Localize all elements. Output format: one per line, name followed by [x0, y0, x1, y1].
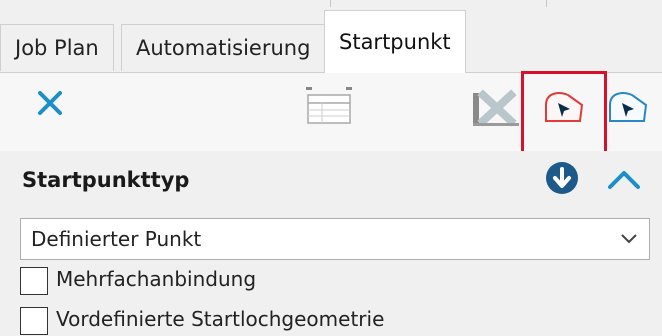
chevron-up-icon[interactable]: [606, 165, 642, 193]
startpoint-blue-icon[interactable]: [602, 83, 652, 131]
checkbox-box[interactable]: [20, 307, 48, 335]
tab-bar: Job Plan Automatisierung Startpunkt: [0, 10, 662, 73]
tab-job-plan[interactable]: Job Plan: [0, 24, 114, 71]
divider: [546, 0, 547, 7]
startpunkttyp-section: Startpunkttyp Definierter Punkt Mehrfach…: [0, 151, 662, 335]
delete-x-icon[interactable]: [471, 83, 521, 131]
chevron-down-icon: [619, 230, 639, 248]
tab-startpunkt[interactable]: Startpunkt: [324, 10, 466, 73]
table-icon[interactable]: [304, 81, 354, 129]
selection-highlight: [521, 71, 607, 155]
dropdown-value: Definierter Punkt: [31, 227, 202, 251]
section-title: Startpunkttyp: [22, 168, 190, 192]
close-icon[interactable]: [34, 87, 66, 119]
tab-automatisierung[interactable]: Automatisierung: [121, 24, 326, 71]
down-arrow-circle-icon[interactable]: [545, 161, 579, 195]
top-strip: [0, 0, 662, 10]
checkbox-label: Vordefinierte Startlochgeometrie: [56, 307, 385, 331]
divider: [330, 0, 331, 7]
checkbox-box[interactable]: [20, 267, 48, 295]
startpunkttyp-dropdown[interactable]: Definierter Punkt: [20, 218, 650, 260]
checkbox-label: Mehrfachanbindung: [56, 267, 257, 291]
